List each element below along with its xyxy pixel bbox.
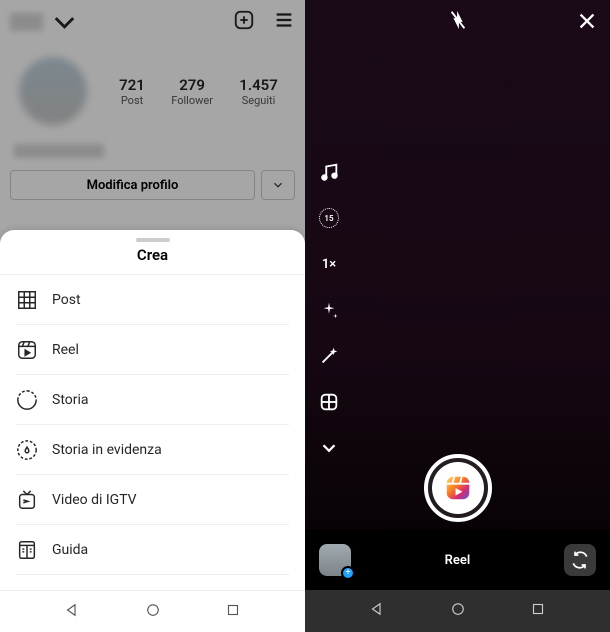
plus-badge-icon: + <box>341 566 355 580</box>
sparkle-icon <box>318 299 340 321</box>
shutter-button[interactable] <box>424 454 492 522</box>
circle-home-icon <box>144 601 162 619</box>
sheet-item-post[interactable]: Post <box>16 275 289 325</box>
guide-icon <box>16 539 38 561</box>
phone-left-profile: 721 Post 279 Follower 1.457 Seguiti Modi… <box>0 0 305 632</box>
sheet-item-story[interactable]: Storia <box>16 375 289 425</box>
square-recent-icon <box>529 600 547 618</box>
nav-recent-button[interactable] <box>224 601 242 623</box>
switch-camera-icon <box>570 550 590 570</box>
circle-home-icon <box>449 600 467 618</box>
camera-side-toolbar: 15 1× <box>317 160 341 460</box>
sheet-item-guide[interactable]: Guida <box>16 525 289 575</box>
sheet-handle[interactable] <box>136 238 170 242</box>
touchup-button[interactable] <box>317 344 341 368</box>
sheet-item-label: Storia <box>52 392 89 408</box>
sheet-item-igtv[interactable]: Video di IGTV <box>16 475 289 525</box>
layout-icon <box>318 391 340 413</box>
music-icon <box>318 161 340 183</box>
layout-button[interactable] <box>317 390 341 414</box>
switch-camera-button[interactable] <box>564 544 596 576</box>
speed-button[interactable]: 1× <box>317 252 341 276</box>
sheet-item-label: Reel <box>52 342 79 358</box>
music-button[interactable] <box>317 160 341 184</box>
sheet-list: Post Reel Storia Storia in evidenza Vide… <box>0 275 305 575</box>
sheet-item-label: Guida <box>52 542 88 558</box>
post-grid-icon <box>16 289 38 311</box>
speed-icon: 1× <box>322 257 336 272</box>
camera-mode-label[interactable]: Reel <box>445 553 471 568</box>
nav-home-button[interactable] <box>144 601 162 623</box>
reel-icon <box>16 339 38 361</box>
android-nav-bar <box>0 590 305 632</box>
igtv-icon <box>16 489 38 511</box>
more-tools-button[interactable] <box>317 436 341 460</box>
nav-back-button[interactable] <box>368 600 386 622</box>
timer-button[interactable]: 15 <box>317 206 341 230</box>
wand-icon <box>318 345 340 367</box>
story-icon <box>16 389 38 411</box>
nav-home-button[interactable] <box>449 600 467 622</box>
sheet-title: Crea <box>0 246 305 275</box>
reel-shutter-icon <box>443 473 473 503</box>
story-highlight-icon <box>16 439 38 461</box>
shutter-inner <box>432 462 484 514</box>
close-icon <box>576 10 598 32</box>
sheet-item-label: Storia in evidenza <box>52 442 162 458</box>
create-bottom-sheet: Crea Post Reel Storia Storia in evidenza… <box>0 230 305 590</box>
nav-recent-button[interactable] <box>529 600 547 622</box>
flash-off-icon <box>447 9 469 31</box>
effects-button[interactable] <box>317 298 341 322</box>
sheet-item-label: Post <box>52 292 81 308</box>
sheet-item-highlight[interactable]: Storia in evidenza <box>16 425 289 475</box>
close-button[interactable] <box>576 10 598 36</box>
triangle-back-icon <box>63 601 81 619</box>
timer-icon: 15 <box>319 208 339 228</box>
camera-topbar <box>305 0 610 44</box>
flash-button[interactable] <box>447 9 469 35</box>
camera-bottom-bar: + Reel <box>305 530 610 590</box>
sheet-item-reel[interactable]: Reel <box>16 325 289 375</box>
sheet-item-label: Video di IGTV <box>52 492 137 508</box>
android-nav-bar <box>305 590 610 632</box>
gallery-button[interactable]: + <box>319 544 351 576</box>
phone-right-camera: 15 1× + Reel <box>305 0 610 632</box>
chevron-down-icon <box>318 437 340 459</box>
square-recent-icon <box>224 601 242 619</box>
triangle-back-icon <box>368 600 386 618</box>
nav-back-button[interactable] <box>63 601 81 623</box>
